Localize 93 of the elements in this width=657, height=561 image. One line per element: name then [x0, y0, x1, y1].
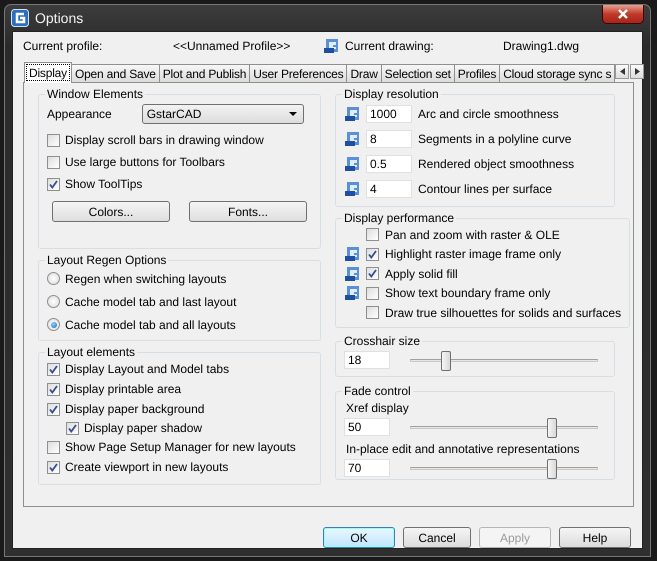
- checkbox[interactable]: [366, 267, 379, 280]
- appearance-label: Appearance: [47, 107, 112, 121]
- close-button[interactable]: [602, 5, 644, 24]
- checkbox-label: Show Page Setup Manager for new layouts: [65, 440, 296, 454]
- drawing-file-icon: [344, 285, 360, 302]
- checkbox-label: Display scroll bars in drawing window: [65, 133, 264, 147]
- field-label: Arc and circle smoothness: [418, 106, 559, 120]
- scroll-right-button[interactable]: [630, 64, 644, 79]
- drawing-label: Current drawing:: [345, 39, 434, 53]
- drawing-file-icon: [323, 38, 339, 54]
- tab[interactable]: Display: [24, 62, 72, 83]
- group-title: Crosshair size: [343, 334, 422, 348]
- radio-label: Cache model tab and all layouts: [65, 318, 236, 332]
- checkbox[interactable]: [47, 460, 60, 474]
- appearance-dropdown[interactable]: GstarCAD: [142, 104, 304, 124]
- radio-label: Regen when switching layouts: [65, 272, 226, 286]
- number-field[interactable]: 8: [366, 130, 412, 148]
- field-label: In-place edit and annotative representations: [346, 442, 580, 456]
- checkbox-label: Display Layout and Model tabs: [65, 362, 230, 376]
- dialog-button[interactable]: Colors...: [52, 201, 170, 222]
- checkbox-label: Show ToolTips: [65, 177, 142, 191]
- tab[interactable]: User Preferences: [249, 64, 348, 82]
- slider-thumb[interactable]: [441, 350, 452, 370]
- checkbox[interactable]: [366, 286, 379, 300]
- close-icon: [617, 9, 629, 19]
- left-arrow-icon: [620, 68, 625, 75]
- checkbox[interactable]: [366, 228, 379, 242]
- number-field[interactable]: 0.5: [366, 154, 412, 172]
- checkbox-label: Draw true silhouettes for solids and surfaces: [385, 306, 622, 320]
- number-field[interactable]: 4: [366, 180, 412, 198]
- number-field[interactable]: 18: [344, 351, 390, 369]
- checkbox[interactable]: [47, 382, 60, 396]
- checkbox-label: Highlight raster image frame only: [385, 247, 562, 262]
- radio-button[interactable]: [47, 295, 60, 308]
- checkbox[interactable]: [47, 362, 60, 376]
- checkbox[interactable]: [47, 178, 60, 190]
- window-title: Options: [35, 10, 84, 26]
- right-arrow-icon: [634, 68, 640, 75]
- dialog-button[interactable]: Fonts...: [189, 201, 307, 222]
- checkbox-label: Display paper shadow: [84, 421, 202, 435]
- scroll-left-button[interactable]: [615, 64, 630, 79]
- checkbox-label: Display paper background: [65, 402, 204, 416]
- number-field[interactable]: 50: [344, 418, 390, 436]
- drawing-file-icon: [344, 246, 360, 262]
- radio-button[interactable]: [47, 272, 60, 285]
- tab[interactable]: Draw: [346, 64, 382, 82]
- group-title: Display resolution: [343, 87, 440, 101]
- slider-thumb[interactable]: [547, 418, 558, 438]
- checkbox[interactable]: [47, 156, 60, 168]
- checkbox[interactable]: [47, 402, 60, 416]
- tab[interactable]: Open and Save: [70, 64, 160, 82]
- number-field[interactable]: 1000: [366, 104, 412, 122]
- checkbox[interactable]: [366, 248, 379, 261]
- drawing-file-icon: [344, 266, 360, 282]
- drawing-file-icon: [344, 106, 360, 122]
- checkbox-label: Show text boundary frame only: [385, 286, 550, 300]
- field-label: Xref display: [346, 401, 409, 415]
- dialog-button[interactable]: Help: [559, 527, 631, 548]
- app-icon: [11, 9, 29, 27]
- checkbox-label: Create viewport in new layouts: [65, 460, 228, 474]
- checkbox[interactable]: [66, 422, 79, 434]
- drawing-file-icon: [344, 130, 360, 146]
- number-field[interactable]: 70: [344, 459, 390, 477]
- checkbox-label: Apply solid fill: [385, 266, 458, 281]
- radio-button[interactable]: [47, 318, 60, 331]
- checkbox[interactable]: [366, 306, 379, 320]
- group-title: Layout Regen Options: [46, 253, 168, 267]
- profile-label: Current profile:: [23, 39, 104, 53]
- dialog-button[interactable]: Cancel: [403, 527, 471, 548]
- group-title: Window Elements: [46, 87, 144, 101]
- checkbox-label: Display printable area: [65, 382, 182, 396]
- tab[interactable]: Cloud storage sync s: [499, 64, 616, 82]
- checkbox[interactable]: [47, 440, 60, 454]
- slider-thumb[interactable]: [547, 458, 558, 478]
- field-label: Contour lines per surface: [418, 182, 552, 196]
- group-title: Fade control: [343, 384, 412, 398]
- drawing-file-icon: [344, 156, 360, 172]
- tab[interactable]: Selection set: [380, 64, 455, 82]
- checkbox-label: Use large buttons for Toolbars: [65, 155, 225, 169]
- field-label: Segments in a polyline curve: [418, 132, 572, 146]
- caret-icon: [288, 112, 297, 116]
- group-title: Layout elements: [46, 345, 136, 359]
- tab[interactable]: Plot and Publish: [158, 64, 250, 82]
- dialog-button[interactable]: OK: [323, 527, 395, 548]
- tab[interactable]: Profiles: [454, 64, 500, 82]
- field-label: Rendered object smoothness: [418, 156, 574, 170]
- checkbox[interactable]: [47, 134, 60, 146]
- profile-name: <<Unnamed Profile>>: [173, 39, 292, 53]
- checkbox-label: Pan and zoom with raster & OLE: [385, 228, 560, 242]
- drawing-file-icon: [344, 180, 360, 196]
- group-title: Display performance: [343, 211, 456, 225]
- drawing-name: Drawing1.dwg: [503, 39, 580, 53]
- radio-label: Cache model tab and last layout: [65, 294, 236, 308]
